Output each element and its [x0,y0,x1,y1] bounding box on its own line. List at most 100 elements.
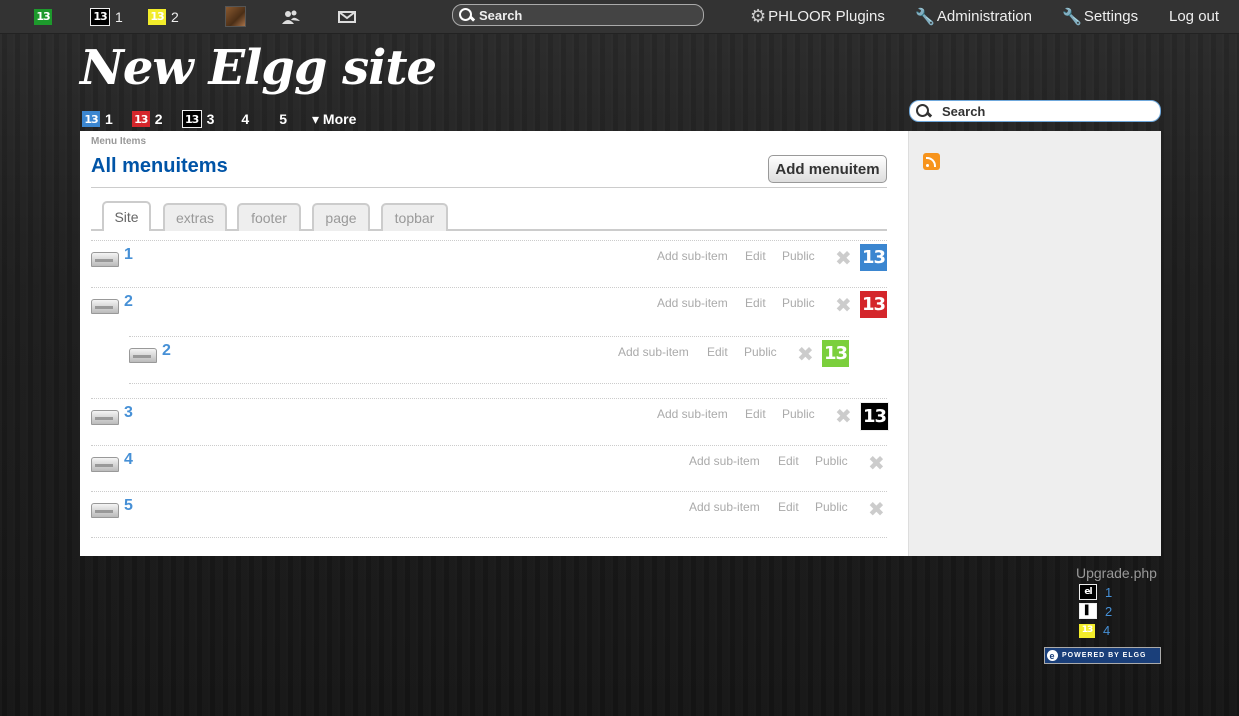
footer-item-label: 2 [1105,603,1113,619]
footer-item-1[interactable]: el 1 [1079,584,1112,600]
topbar-count: 2 [171,8,179,25]
add-sub-item-link[interactable]: Add sub-item [689,454,760,468]
menuitem-name[interactable]: 4 [124,451,133,469]
site-menu-more[interactable]: ▾ More [312,111,356,128]
topbar-search-input[interactable]: Search [452,4,704,26]
tab-site[interactable]: Site [102,201,151,231]
site-menu-item-1[interactable]: 13 1 [82,111,113,127]
menuitem-name[interactable]: 1 [124,246,133,264]
access-link[interactable]: Public [782,249,815,263]
add-sub-item-link[interactable]: Add sub-item [657,407,728,421]
site-menu-item-5[interactable]: 5 [279,111,287,127]
add-menuitem-button[interactable]: Add menuitem [768,155,887,183]
site-menu-item-2[interactable]: 13 2 [131,111,163,127]
access-link[interactable]: Public [782,296,815,310]
delete-icon[interactable]: ✖ [835,246,852,271]
topbar-item-3[interactable]: 13 2 [148,0,179,33]
rss-icon[interactable] [923,153,940,170]
drag-handle-icon[interactable] [129,348,157,363]
menuitem-row: 2 Add sub-item Edit Public ✖ 13 [91,287,887,334]
tab-extras[interactable]: extras [163,203,227,231]
edit-link[interactable]: Edit [745,407,766,421]
elgg-e-icon: e [1047,650,1058,661]
main-content: Menu Items All menuitems Add menuitem Si… [80,131,908,556]
thirteen-red-icon: 13 [131,111,150,127]
topbar-item-2[interactable]: 13 1 [90,0,123,33]
drag-handle-icon[interactable] [91,299,119,314]
access-link[interactable]: Public [815,454,848,468]
thirteen-black-icon: 13 [860,402,889,431]
thirteen-green-icon: 13 [34,8,52,25]
friends-icon[interactable] [282,0,300,33]
menuitem-name[interactable]: 2 [162,342,171,360]
menuitem-row: 1 Add sub-item Edit Public ✖ 13 [91,240,887,287]
menuitem-row: 3 Add sub-item Edit Public ✖ 13 [91,398,889,445]
access-link[interactable]: Public [744,345,777,359]
thirteen-black-icon: 13 [181,110,202,128]
add-sub-item-link[interactable]: Add sub-item [618,345,689,359]
powered-by-label: POWERED BY ELGG [1062,652,1147,659]
delete-icon[interactable]: ✖ [797,342,814,367]
settings-link[interactable]: 🔧 Settings [1062,0,1138,33]
drag-handle-icon[interactable] [91,457,119,472]
thirteen-red-icon: 13 [860,291,887,318]
thirteen-lime-icon: 13 [822,340,849,367]
add-sub-item-link[interactable]: Add sub-item [657,296,728,310]
tab-topbar[interactable]: topbar [381,203,448,231]
add-sub-item-link[interactable]: Add sub-item [657,249,728,263]
upgrade-link[interactable]: Upgrade.php [1076,565,1157,581]
edit-link[interactable]: Edit [745,296,766,310]
page-icon: ▌ [1079,603,1097,619]
divider [91,187,887,188]
phloor-plugins-link[interactable]: ⚙ PHLOOR Plugins [750,0,885,33]
delete-icon[interactable]: ✖ [835,293,852,318]
avatar [225,6,246,27]
access-link[interactable]: Public [782,407,815,421]
site-menu-label: 1 [105,111,113,127]
access-link[interactable]: Public [815,500,848,514]
thirteen-yellow-icon: 13 [148,8,166,25]
header-search-input[interactable]: Search [909,100,1161,122]
drag-handle-icon[interactable] [91,503,119,518]
edit-link[interactable]: Edit [707,345,728,359]
menuitem-name[interactable]: 5 [124,497,133,515]
site-menu-item-3[interactable]: 13 3 [181,110,214,128]
messages-icon[interactable] [338,0,356,33]
thirteen-blue-icon: 13 [860,244,887,271]
drag-handle-icon[interactable] [91,252,119,267]
menuitem-row: 4 Add sub-item Edit Public ✖ [91,445,887,492]
phloor-plugins-label: PHLOOR Plugins [768,8,885,25]
tab-footer[interactable]: footer [237,203,301,231]
drag-handle-icon[interactable] [91,410,119,425]
site-menu: 13 1 13 2 13 3 4 5 ▾ More [82,109,356,129]
add-sub-item-link[interactable]: Add sub-item [689,500,760,514]
edit-link[interactable]: Edit [778,454,799,468]
gear-icon: ⚙ [750,6,767,26]
edit-link[interactable]: Edit [778,500,799,514]
delete-icon[interactable]: ✖ [868,497,885,522]
topbar: 13 13 1 13 2 Search ⚙ PHLOOR Plugins 🔧 A… [0,0,1239,34]
powered-by-elgg-badge[interactable]: e POWERED BY ELGG [1044,647,1161,664]
delete-icon[interactable]: ✖ [868,451,885,476]
administration-link[interactable]: 🔧 Administration [915,0,1032,33]
breadcrumb[interactable]: Menu Items [91,136,146,147]
tab-page[interactable]: page [312,203,370,231]
site-menu-item-4[interactable]: 4 [241,111,249,127]
menuitem-name[interactable]: 2 [124,293,133,311]
search-icon [459,8,473,22]
site-title[interactable]: New Elgg site [80,40,437,96]
profile-avatar[interactable] [225,0,246,33]
thirteen-yellow-icon: 13 [1079,623,1095,638]
logout-link[interactable]: Log out [1169,0,1219,33]
thirteen-black-icon: 13 [90,7,110,26]
thirteen-blue-icon: 13 [82,111,100,127]
delete-icon[interactable]: ✖ [835,404,852,429]
menuitem-name[interactable]: 3 [124,404,133,422]
search-placeholder: Search [479,7,523,23]
topbar-item-1[interactable]: 13 [34,0,52,33]
edit-link[interactable]: Edit [745,249,766,263]
footer-item-label: 1 [1105,584,1113,600]
footer-item-3[interactable]: 13 4 [1079,623,1110,638]
wrench-icon: 🔧 [915,8,935,26]
footer-item-2[interactable]: ▌ 2 [1079,603,1112,619]
